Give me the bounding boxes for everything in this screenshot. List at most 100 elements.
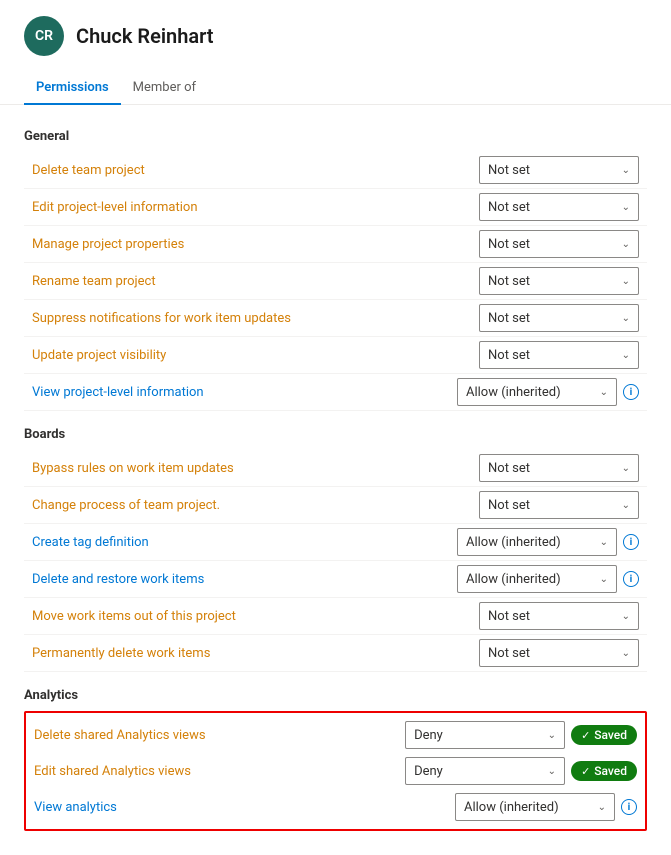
chevron-down-icon: ⌄ (622, 276, 630, 287)
permission-label: View project-level information (32, 385, 457, 400)
info-icon[interactable]: i (621, 799, 637, 815)
chevron-down-icon: ⌄ (622, 202, 630, 213)
permission-dropdown[interactable]: Not set ⌄ (479, 156, 639, 184)
section-boards: Boards Bypass rules on work item updates… (24, 419, 647, 672)
dropdown-wrapper: Not set ⌄ (479, 491, 639, 519)
table-row: Rename team project Not set ⌄ (24, 263, 647, 300)
dropdown-wrapper: Allow (inherited) ⌄ i (457, 528, 639, 556)
chevron-down-icon: ⌄ (600, 537, 608, 548)
saved-badge: ✓ Saved (571, 761, 637, 781)
user-name: Chuck Reinhart (76, 24, 214, 48)
dropdown-wrapper: Deny ⌄ ✓ Saved (405, 721, 637, 749)
chevron-down-icon: ⌄ (600, 387, 608, 398)
saved-badge: ✓ Saved (571, 725, 637, 745)
dropdown-wrapper: Allow (inherited) ⌄ i (455, 793, 637, 821)
dropdown-wrapper: Not set ⌄ (479, 454, 639, 482)
dropdown-wrapper: Not set ⌄ (479, 156, 639, 184)
content-area: General Delete team project Not set ⌄ Ed… (0, 105, 671, 855)
table-row: View project-level information Allow (in… (24, 374, 647, 411)
tabs-bar: Permissions Member of (0, 64, 671, 105)
permission-dropdown[interactable]: Not set ⌄ (479, 230, 639, 258)
analytics-highlighted-section: Delete shared Analytics views Deny ⌄ ✓ S… (24, 711, 647, 831)
table-row: Create tag definition Allow (inherited) … (24, 524, 647, 561)
permission-dropdown[interactable]: Allow (inherited) ⌄ (457, 528, 617, 556)
table-row: Suppress notifications for work item upd… (24, 300, 647, 337)
chevron-down-icon: ⌄ (622, 313, 630, 324)
dropdown-wrapper: Allow (inherited) ⌄ i (457, 378, 639, 406)
permission-label: Rename team project (32, 274, 479, 289)
check-icon: ✓ (581, 765, 590, 778)
section-analytics: Analytics Delete shared Analytics views … (24, 680, 647, 831)
permission-dropdown[interactable]: Not set ⌄ (479, 491, 639, 519)
permission-label: Delete and restore work items (32, 572, 457, 587)
permission-label: Move work items out of this project (32, 609, 479, 624)
table-row: Update project visibility Not set ⌄ (24, 337, 647, 374)
dropdown-wrapper: Not set ⌄ (479, 193, 639, 221)
dropdown-wrapper: Deny ⌄ ✓ Saved (405, 757, 637, 785)
chevron-down-icon: ⌄ (600, 574, 608, 585)
dropdown-wrapper: Not set ⌄ (479, 341, 639, 369)
chevron-down-icon: ⌄ (622, 463, 630, 474)
table-row: Change process of team project. Not set … (24, 487, 647, 524)
permission-dropdown[interactable]: Not set ⌄ (479, 454, 639, 482)
permission-dropdown[interactable]: Deny ⌄ (405, 757, 565, 785)
permission-dropdown[interactable]: Not set ⌄ (479, 267, 639, 295)
section-title-general: General (24, 121, 647, 148)
section-title-analytics: Analytics (24, 680, 647, 707)
permission-label: Manage project properties (32, 237, 479, 252)
permission-dropdown[interactable]: Not set ⌄ (479, 639, 639, 667)
table-row: Delete team project Not set ⌄ (24, 152, 647, 189)
permission-dropdown[interactable]: Not set ⌄ (479, 341, 639, 369)
permission-label: Edit shared Analytics views (34, 764, 397, 779)
table-row: Edit project-level information Not set ⌄ (24, 189, 647, 226)
permission-label: Bypass rules on work item updates (32, 461, 479, 476)
permission-label: Delete shared Analytics views (34, 728, 397, 743)
section-general: General Delete team project Not set ⌄ Ed… (24, 121, 647, 411)
chevron-down-icon: ⌄ (622, 648, 630, 659)
chevron-down-icon: ⌄ (548, 766, 556, 777)
dropdown-wrapper: Not set ⌄ (479, 230, 639, 258)
dropdown-wrapper: Not set ⌄ (479, 304, 639, 332)
permission-label: Suppress notifications for work item upd… (32, 311, 479, 326)
chevron-down-icon: ⌄ (548, 730, 556, 741)
info-icon[interactable]: i (623, 534, 639, 550)
tab-permissions[interactable]: Permissions (24, 72, 121, 105)
avatar: CR (24, 16, 64, 56)
chevron-down-icon: ⌄ (622, 611, 630, 622)
table-row: View analytics Allow (inherited) ⌄ i (30, 789, 641, 825)
info-icon[interactable]: i (623, 384, 639, 400)
permission-dropdown[interactable]: Not set ⌄ (479, 193, 639, 221)
permission-dropdown[interactable]: Not set ⌄ (479, 304, 639, 332)
permission-label: Change process of team project. (32, 498, 479, 513)
permission-dropdown[interactable]: Deny ⌄ (405, 721, 565, 749)
permission-label: Edit project-level information (32, 200, 479, 215)
permission-dropdown[interactable]: Allow (inherited) ⌄ (455, 793, 615, 821)
chevron-down-icon: ⌄ (622, 239, 630, 250)
chevron-down-icon: ⌄ (622, 350, 630, 361)
table-row: Bypass rules on work item updates Not se… (24, 450, 647, 487)
permission-dropdown[interactable]: Allow (inherited) ⌄ (457, 565, 617, 593)
permission-label: Permanently delete work items (32, 646, 479, 661)
dropdown-wrapper: Not set ⌄ (479, 267, 639, 295)
table-row: Delete shared Analytics views Deny ⌄ ✓ S… (30, 717, 641, 753)
permission-label: Create tag definition (32, 535, 457, 550)
permission-dropdown[interactable]: Allow (inherited) ⌄ (457, 378, 617, 406)
check-icon: ✓ (581, 729, 590, 742)
header: CR Chuck Reinhart (0, 0, 671, 56)
table-row: Move work items out of this project Not … (24, 598, 647, 635)
chevron-down-icon: ⌄ (622, 500, 630, 511)
chevron-down-icon: ⌄ (598, 802, 606, 813)
permission-dropdown[interactable]: Not set ⌄ (479, 602, 639, 630)
info-icon[interactable]: i (623, 571, 639, 587)
permission-label: Delete team project (32, 163, 479, 178)
dropdown-wrapper: Allow (inherited) ⌄ i (457, 565, 639, 593)
tab-member-of[interactable]: Member of (121, 72, 208, 105)
table-row: Delete and restore work items Allow (inh… (24, 561, 647, 598)
permission-label: Update project visibility (32, 348, 479, 363)
dropdown-wrapper: Not set ⌄ (479, 602, 639, 630)
permission-label: View analytics (34, 800, 447, 815)
dropdown-wrapper: Not set ⌄ (479, 639, 639, 667)
chevron-down-icon: ⌄ (622, 165, 630, 176)
table-row: Edit shared Analytics views Deny ⌄ ✓ Sav… (30, 753, 641, 789)
section-title-boards: Boards (24, 419, 647, 446)
